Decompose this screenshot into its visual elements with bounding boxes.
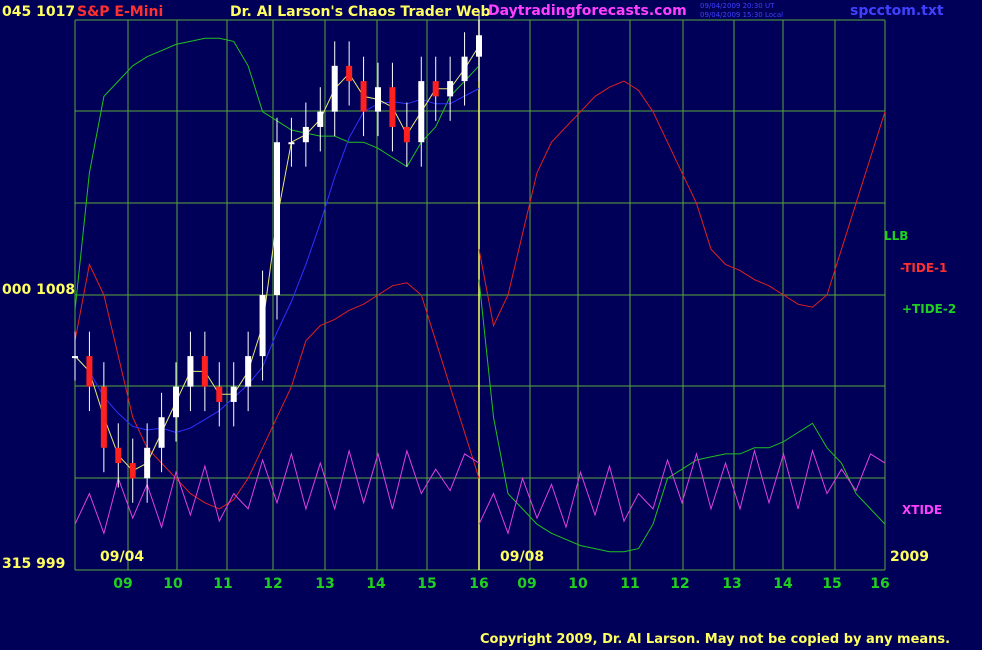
price-bar [245, 356, 252, 387]
price-bar [115, 447, 122, 464]
price-bar [288, 142, 295, 145]
date-right: 09/08 [500, 549, 545, 565]
symbol-label: S&P E-Mini [77, 4, 164, 20]
price-bar [158, 417, 165, 448]
timestamp-local: 09/04/2009 15:30 Local [700, 11, 784, 19]
price-scale-mid: 000 1008 [2, 282, 76, 298]
date-left: 09/04 [100, 549, 145, 565]
price-bar [129, 463, 136, 479]
price-bar [447, 81, 454, 97]
price-bar [274, 142, 280, 295]
label-tide1: -TIDE-1 [900, 261, 948, 275]
x-tick-label: 14 [366, 576, 386, 592]
price-bar [346, 65, 353, 82]
x-tick-label: 10 [568, 576, 588, 592]
price-bar [302, 126, 309, 143]
x-tick-label: 13 [722, 576, 741, 592]
x-tick-label: 09 [113, 576, 132, 592]
price-bar [86, 356, 93, 387]
chart-title: Dr. Al Larson's Chaos Trader Web [230, 4, 491, 20]
price-bar [201, 356, 208, 387]
x-tick-label: 11 [213, 576, 232, 592]
price-bar [230, 386, 237, 402]
x-tick-label: 16 [870, 576, 889, 592]
price-bar [403, 126, 410, 143]
x-tick-label: 15 [417, 576, 436, 592]
price-bar [476, 35, 482, 57]
price-bar [461, 56, 468, 82]
price-bar [432, 81, 439, 97]
x-tick-label: 15 [822, 576, 841, 592]
price-bar [187, 356, 194, 387]
price-scale-top: 045 1017 [2, 4, 76, 20]
copyright: Copyright 2009, Dr. Al Larson. May not b… [480, 632, 951, 647]
chart-canvas: 09 10 11 12 13 14 15 16 09 10 11 12 13 14 15 16 [72, 10, 890, 592]
price-bar [375, 87, 381, 112]
x-tick-label: 09 [517, 576, 536, 592]
file-name: spcctom.txt [850, 3, 944, 19]
x-tick-label: 11 [620, 576, 639, 592]
price-bar [173, 386, 179, 418]
site-label: Daytradingforecasts.com [488, 3, 687, 19]
label-tide2: +TIDE-2 [902, 302, 957, 316]
price-bar [331, 65, 338, 112]
price-bar [216, 386, 223, 402]
price-scale-bottom: 315 999 [2, 556, 66, 572]
x-tick-label: 12 [670, 576, 689, 592]
price-bar [418, 81, 425, 143]
x-tick-label: 10 [163, 576, 183, 592]
forecast-xtide [478, 448, 886, 535]
x-tick-label: 16 [469, 576, 488, 592]
price-bar [360, 81, 367, 112]
price-bar [100, 386, 107, 448]
chart-grid: 09 10 11 12 13 14 15 16 09 10 11 12 13 14 15 16 [74, 19, 890, 592]
x-tick-label: 12 [263, 576, 282, 592]
label-llb: LLB [884, 229, 909, 243]
price-bar [389, 87, 396, 127]
price-bars [72, 10, 482, 503]
price-bar [259, 295, 266, 357]
label-xtide: XTIDE [902, 503, 943, 517]
x-tick-label: 13 [315, 576, 334, 592]
x-tick-label: 14 [773, 576, 793, 592]
year-label: 2009 [890, 549, 929, 565]
price-bar [317, 111, 324, 127]
timestamp-ut: 09/04/2009 20:30 UT [700, 2, 775, 10]
price-bar [72, 356, 78, 359]
price-bar [144, 447, 151, 479]
